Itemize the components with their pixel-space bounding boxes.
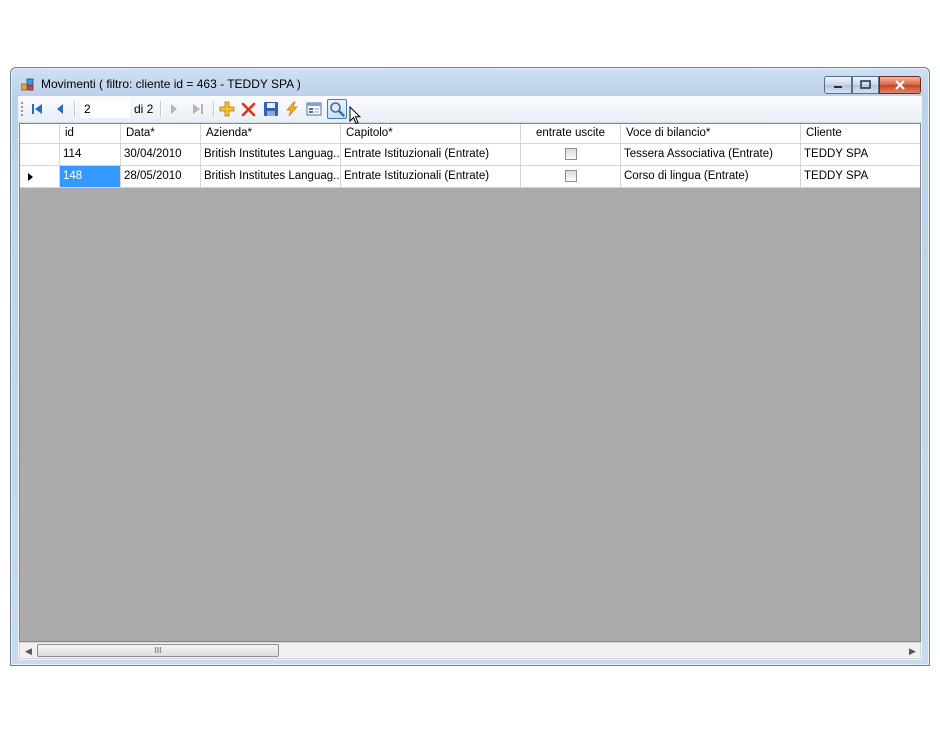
- move-last-button[interactable]: [188, 99, 208, 119]
- cell-voce-di-bilancio[interactable]: Corso di lingua (Entrate): [621, 166, 801, 188]
- cell-voce-di-bilancio[interactable]: Tessera Associativa (Entrate): [621, 144, 801, 166]
- cell-azienda[interactable]: British Institutes Languag...: [201, 166, 341, 188]
- close-button[interactable]: [879, 76, 921, 94]
- column-header-data[interactable]: Data*: [121, 124, 201, 144]
- minimize-button[interactable]: [824, 76, 852, 94]
- toolbar-separator: [74, 101, 76, 117]
- cell-entrate-uscite[interactable]: [521, 144, 621, 166]
- binding-navigator-toolbar: di 2: [18, 96, 922, 123]
- move-last-icon: [193, 104, 203, 114]
- delete-button[interactable]: [239, 99, 259, 119]
- toolbar-separator: [160, 101, 162, 117]
- mouse-cursor-icon: [349, 106, 361, 125]
- cell-id-selected[interactable]: 148: [60, 166, 121, 188]
- move-first-icon: [32, 104, 42, 114]
- window-title: Movimenti ( filtro: cliente id = 463 - T…: [41, 77, 301, 91]
- cell-id[interactable]: 114: [60, 144, 121, 166]
- cell-entrate-uscite[interactable]: [521, 166, 621, 188]
- cell-data[interactable]: 30/04/2010: [121, 144, 201, 166]
- search-icon: [330, 102, 345, 117]
- move-previous-icon: [57, 104, 63, 114]
- column-header-voce-di-bilancio[interactable]: Voce di bilancio*: [621, 124, 801, 144]
- cell-capitolo[interactable]: Entrate Istituzionali (Entrate): [341, 166, 521, 188]
- cell-cliente[interactable]: TEDDY SPA: [801, 144, 920, 166]
- add-new-button[interactable]: [217, 99, 237, 119]
- scroll-left-icon[interactable]: ◀: [25, 646, 32, 657]
- scroll-right-icon[interactable]: ▶: [909, 646, 916, 657]
- toolbar-grip[interactable]: [21, 102, 23, 116]
- maximize-button[interactable]: [852, 76, 879, 94]
- move-first-button[interactable]: [27, 99, 47, 119]
- refresh-button[interactable]: [282, 99, 302, 119]
- scroll-thumb[interactable]: III: [37, 644, 279, 657]
- save-icon: [264, 102, 278, 116]
- movimenti-grid[interactable]: id Data* Azienda* Capitolo* entrate usci…: [19, 123, 921, 642]
- entrate-uscite-checkbox[interactable]: [565, 148, 577, 160]
- entrate-uscite-checkbox[interactable]: [565, 170, 577, 182]
- cell-cliente[interactable]: TEDDY SPA: [801, 166, 920, 188]
- form-view-button[interactable]: [304, 99, 324, 119]
- row-header[interactable]: [20, 144, 60, 166]
- lightning-icon: [286, 101, 298, 117]
- move-previous-button[interactable]: [50, 99, 70, 119]
- minimize-icon: [834, 86, 842, 88]
- count-label: di 2: [134, 102, 154, 116]
- current-row-arrow-icon: [28, 173, 33, 181]
- position-input[interactable]: [80, 100, 130, 118]
- top-left-header-cell[interactable]: [20, 124, 60, 144]
- movimenti-window: Movimenti ( filtro: cliente id = 463 - T…: [10, 67, 930, 666]
- column-header-capitolo[interactable]: Capitolo*: [341, 124, 521, 144]
- close-icon: [895, 80, 905, 90]
- column-header-azienda[interactable]: Azienda*: [201, 124, 341, 144]
- maximize-icon: [860, 80, 871, 89]
- horizontal-scrollbar[interactable]: ◀ III ▶: [19, 642, 921, 659]
- save-button[interactable]: [261, 99, 281, 119]
- row-header-current[interactable]: [20, 166, 60, 188]
- add-icon: [219, 101, 235, 117]
- column-header-cliente[interactable]: Cliente: [801, 124, 920, 144]
- delete-icon: [241, 102, 256, 117]
- title-bar[interactable]: Movimenti ( filtro: cliente id = 463 - T…: [11, 68, 929, 98]
- cell-capitolo[interactable]: Entrate Istituzionali (Entrate): [341, 144, 521, 166]
- app-icon: [21, 78, 34, 91]
- column-header-id[interactable]: id: [60, 124, 121, 144]
- cell-data[interactable]: 28/05/2010: [121, 166, 201, 188]
- client-area: di 2: [18, 96, 922, 660]
- move-next-button[interactable]: [164, 99, 184, 119]
- toolbar-separator: [213, 101, 215, 117]
- cell-azienda[interactable]: British Institutes Languag...: [201, 144, 341, 166]
- move-next-icon: [171, 104, 177, 114]
- search-button[interactable]: [327, 99, 347, 119]
- form-view-icon: [306, 102, 322, 116]
- column-header-entrate-uscite[interactable]: entrate uscite: [521, 124, 621, 144]
